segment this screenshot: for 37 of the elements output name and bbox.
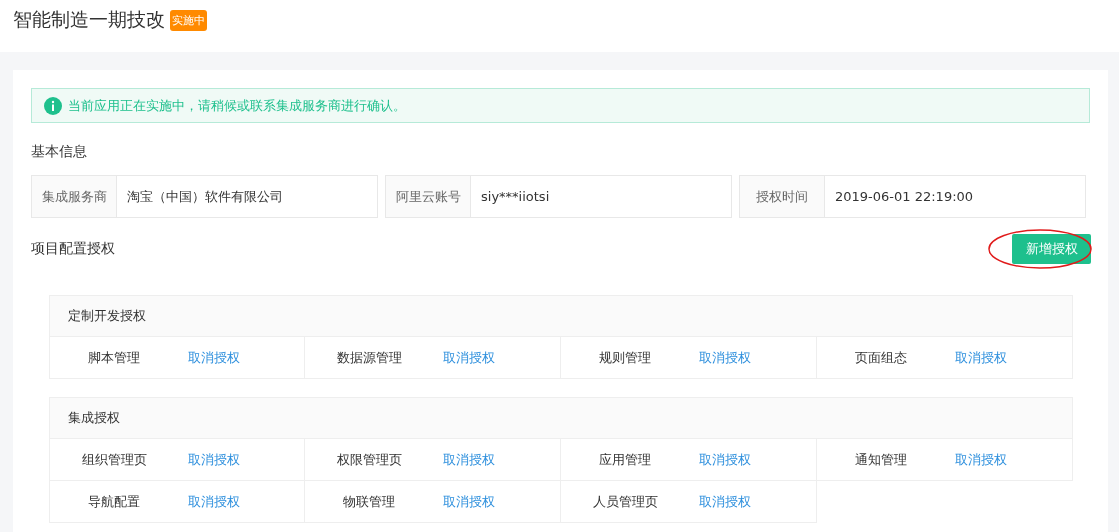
permission-name: 页面组态 [854, 348, 908, 367]
field-label: 阿里云账号 [386, 176, 471, 217]
revoke-link[interactable]: 取消授权 [699, 492, 751, 511]
field-value: 2019-06-01 22:19:00 [834, 188, 974, 206]
revoke-link[interactable]: 取消授权 [955, 450, 1007, 469]
info-icon [44, 96, 62, 115]
permission-name: 导航配置 [87, 492, 141, 511]
permission-name: 权限管理页 [335, 450, 403, 469]
permission-name: 脚本管理 [87, 348, 141, 367]
field-value: siy***iiotsi [480, 188, 550, 206]
permission-name: 人员管理页 [591, 492, 659, 511]
status-badge: 实施中 [170, 9, 207, 31]
revoke-link[interactable]: 取消授权 [443, 450, 495, 469]
revoke-link[interactable]: 取消授权 [443, 348, 495, 367]
section-heading: 基本信息 [31, 143, 88, 161]
revoke-link[interactable]: 取消授权 [699, 348, 751, 367]
permission-name: 规则管理 [598, 348, 652, 367]
permission-name: 通知管理 [854, 450, 908, 469]
revoke-link[interactable]: 取消授权 [188, 492, 240, 511]
field-label: 授权时间 [740, 176, 825, 217]
section-heading: 项目配置授权 [31, 240, 115, 258]
revoke-link[interactable]: 取消授权 [443, 492, 495, 511]
alert-message: 当前应用正在实施中，请稍候或联系集成服务商进行确认。 [68, 96, 406, 115]
field-label: 集成服务商 [32, 176, 117, 217]
field-value: 淘宝（中国）软件有限公司 [126, 187, 283, 206]
revoke-link[interactable]: 取消授权 [188, 348, 240, 367]
group-title: 集成授权 [49, 397, 1073, 439]
revoke-link[interactable]: 取消授权 [699, 450, 751, 469]
page-title: 智能制造一期技改 [13, 7, 165, 32]
revoke-link[interactable]: 取消授权 [188, 450, 240, 469]
revoke-link[interactable]: 取消授权 [955, 348, 1007, 367]
group-title: 定制开发授权 [49, 295, 1073, 337]
permission-name: 数据源管理 [335, 348, 403, 367]
add-button[interactable]: 新增授权 [1012, 234, 1091, 264]
permission-name: 物联管理 [342, 492, 396, 511]
permission-name: 应用管理 [598, 450, 652, 469]
permission-name: 组织管理页 [80, 450, 148, 469]
